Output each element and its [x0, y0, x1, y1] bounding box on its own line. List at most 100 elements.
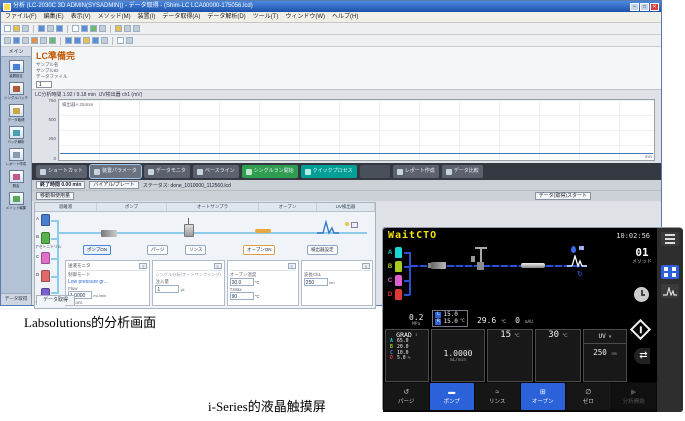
- oven-button[interactable]: ⊞オーブン: [521, 383, 566, 410]
- quick-process-button[interactable]: クイックプロセス: [301, 165, 357, 178]
- sidebar-item-batch-analysis[interactable]: バッチ解析: [1, 126, 31, 145]
- sidebar-item-instrument[interactable]: 装置設定: [1, 60, 31, 79]
- assistant-bar-header[interactable]: メイン: [1, 47, 31, 57]
- data-compare-button[interactable]: データ比較: [442, 165, 483, 178]
- toolbar-icon[interactable]: [38, 25, 45, 32]
- flow-rate-box[interactable]: 1.0000 mL/min: [431, 329, 485, 382]
- single-run-start-button[interactable]: シングルラン開始: [242, 165, 298, 178]
- report-button[interactable]: レポート作成: [393, 165, 439, 178]
- gradient-box[interactable]: GRAD⇕ A65.0 B20.0 C10.0 D5.0%: [385, 329, 429, 382]
- title-bar[interactable]: 分析 (LC-2030C 3D ADMIN(SYSADMIN)) - データ取得…: [1, 1, 661, 12]
- toolbar-icon[interactable]: [40, 37, 47, 44]
- toolbar-icon[interactable]: [4, 25, 11, 32]
- rinse-button[interactable]: ≈リンス: [475, 383, 520, 410]
- detector-settings-button[interactable]: 検出器設定: [307, 245, 338, 255]
- data-monitor-button[interactable]: データモニタ: [144, 165, 190, 178]
- toolbar-icon[interactable]: [90, 25, 97, 32]
- menu-tools[interactable]: ツール(T): [253, 12, 279, 22]
- toolbar-icon[interactable]: [49, 37, 56, 44]
- toolbar-icon[interactable]: [124, 25, 131, 32]
- panel-menu-icon[interactable]: ≡: [214, 263, 222, 269]
- wavelength-field[interactable]: 250: [304, 278, 328, 286]
- sidebar-item-report[interactable]: レポート作成: [1, 148, 31, 167]
- mobile-phase-usage-button[interactable]: 移動相使用量: [36, 192, 74, 200]
- chromatogram-plot[interactable]: 検出器A 254nm min: [58, 99, 655, 161]
- menu-edit[interactable]: 編集(E): [44, 12, 64, 22]
- toolbar-icon[interactable]: [83, 37, 90, 44]
- toolbar-icon[interactable]: [65, 37, 72, 44]
- panel-menu-icon[interactable]: ≡: [362, 263, 370, 269]
- zero-button[interactable]: ∅ゼロ: [566, 383, 611, 410]
- toolbar-icon[interactable]: [31, 37, 38, 44]
- toolbar-icon[interactable]: [74, 37, 81, 44]
- timer-icon[interactable]: [634, 287, 649, 302]
- toolbar-icon[interactable]: [4, 37, 11, 44]
- maximize-button[interactable]: □: [640, 3, 649, 11]
- toolbar-icon[interactable]: [99, 25, 106, 32]
- toolbar-blank-button[interactable]: [360, 165, 390, 178]
- start-analysis-button[interactable]: ▶分析開始: [612, 383, 657, 410]
- menu-method[interactable]: メソッド(M): [98, 12, 131, 22]
- toolbar-icon[interactable]: [92, 37, 99, 44]
- toolbar-icon[interactable]: [117, 37, 124, 44]
- oven-temp-box[interactable]: 30℃: [535, 329, 581, 382]
- sidebar-item-acquisition[interactable]: データ取得: [1, 104, 31, 123]
- toolbar-icon[interactable]: [13, 25, 20, 32]
- close-button[interactable]: ✕: [650, 3, 659, 11]
- pump-mode-link[interactable]: Low pressure gr...: [68, 279, 147, 285]
- rinse-button[interactable]: リンス: [185, 245, 206, 255]
- purge-button[interactable]: ↺パージ: [384, 383, 429, 410]
- oven-on-button[interactable]: オーブンON: [243, 245, 275, 255]
- chromatogram-view-button[interactable]: [661, 284, 679, 298]
- menu-analysis[interactable]: データ解析(D): [207, 12, 245, 22]
- cooler-temp-box[interactable]: 15℃: [487, 329, 533, 382]
- toolbar-icon[interactable]: [72, 25, 79, 32]
- data-start-button[interactable]: データ(取得)スタート: [535, 192, 591, 200]
- sidebar-item-single-batch[interactable]: シングルバッチ: [1, 82, 31, 101]
- oven-temp-field[interactable]: 30.0: [230, 278, 254, 286]
- pump-button[interactable]: ▬ポンプ: [430, 383, 475, 410]
- toolbar-icon[interactable]: [101, 37, 108, 44]
- menu-file[interactable]: ファイル(F): [5, 12, 37, 22]
- acquisition-tab[interactable]: データ取得: [36, 295, 75, 305]
- menu-view[interactable]: 表示(V): [71, 12, 91, 22]
- menu-button[interactable]: [661, 232, 679, 246]
- menu-help[interactable]: ヘルプ(H): [332, 12, 358, 22]
- solvent-c[interactable]: C: [387, 275, 402, 286]
- toolbar-icon[interactable]: [22, 37, 29, 44]
- sidebar-bottom-tab[interactable]: データ取得: [1, 293, 31, 305]
- sidebar-item-browse[interactable]: 照会: [1, 170, 31, 189]
- menu-window[interactable]: ウィンドウ(W): [285, 12, 325, 22]
- eluent-bottle-d[interactable]: [41, 270, 50, 282]
- injection-volume-field[interactable]: 1: [155, 285, 179, 293]
- eluent-bottle-c[interactable]: [41, 252, 50, 264]
- toolbar-icon[interactable]: [133, 25, 140, 32]
- eluent-bottle-b[interactable]: [41, 232, 50, 244]
- solvent-a[interactable]: A: [387, 247, 402, 258]
- detector-box[interactable]: UV▼ 250 nm: [583, 329, 627, 382]
- pump-on-button[interactable]: ポンプON: [83, 245, 111, 255]
- purge-button[interactable]: パージ: [147, 245, 168, 255]
- flow-view-button[interactable]: [661, 265, 679, 279]
- minimize-button[interactable]: –: [630, 3, 639, 11]
- eluent-bottle-a[interactable]: [41, 214, 50, 226]
- solvent-d[interactable]: D: [387, 289, 402, 300]
- panel-menu-icon[interactable]: ≡: [288, 263, 296, 269]
- panel-menu-icon[interactable]: ≡: [139, 263, 147, 269]
- shortcut-button[interactable]: ショートカット: [36, 165, 87, 178]
- baseline-button[interactable]: ベースライン: [193, 165, 239, 178]
- instrument-parameters-button[interactable]: 装置パラメータ: [90, 165, 141, 178]
- toolbar-icon[interactable]: [126, 37, 133, 44]
- menu-instrument[interactable]: 装置(I): [138, 12, 156, 22]
- toolbar-icon[interactable]: [115, 25, 122, 32]
- menu-acquisition[interactable]: データ取得(A): [162, 12, 200, 22]
- tmax-field[interactable]: 90: [230, 292, 254, 300]
- end-time-field[interactable]: 終了時間 0.00 min: [36, 181, 85, 189]
- sidebar-item-method-edit[interactable]: メソッド編集: [1, 192, 31, 211]
- method-indicator[interactable]: 01 メソッド: [629, 248, 655, 265]
- solvent-b[interactable]: B: [387, 261, 402, 272]
- toolbar-icon[interactable]: [81, 25, 88, 32]
- bconc-field[interactable]: 20.0: [68, 305, 92, 306]
- sample-id-field[interactable]: 1: [36, 81, 52, 88]
- toolbar-icon[interactable]: [47, 25, 54, 32]
